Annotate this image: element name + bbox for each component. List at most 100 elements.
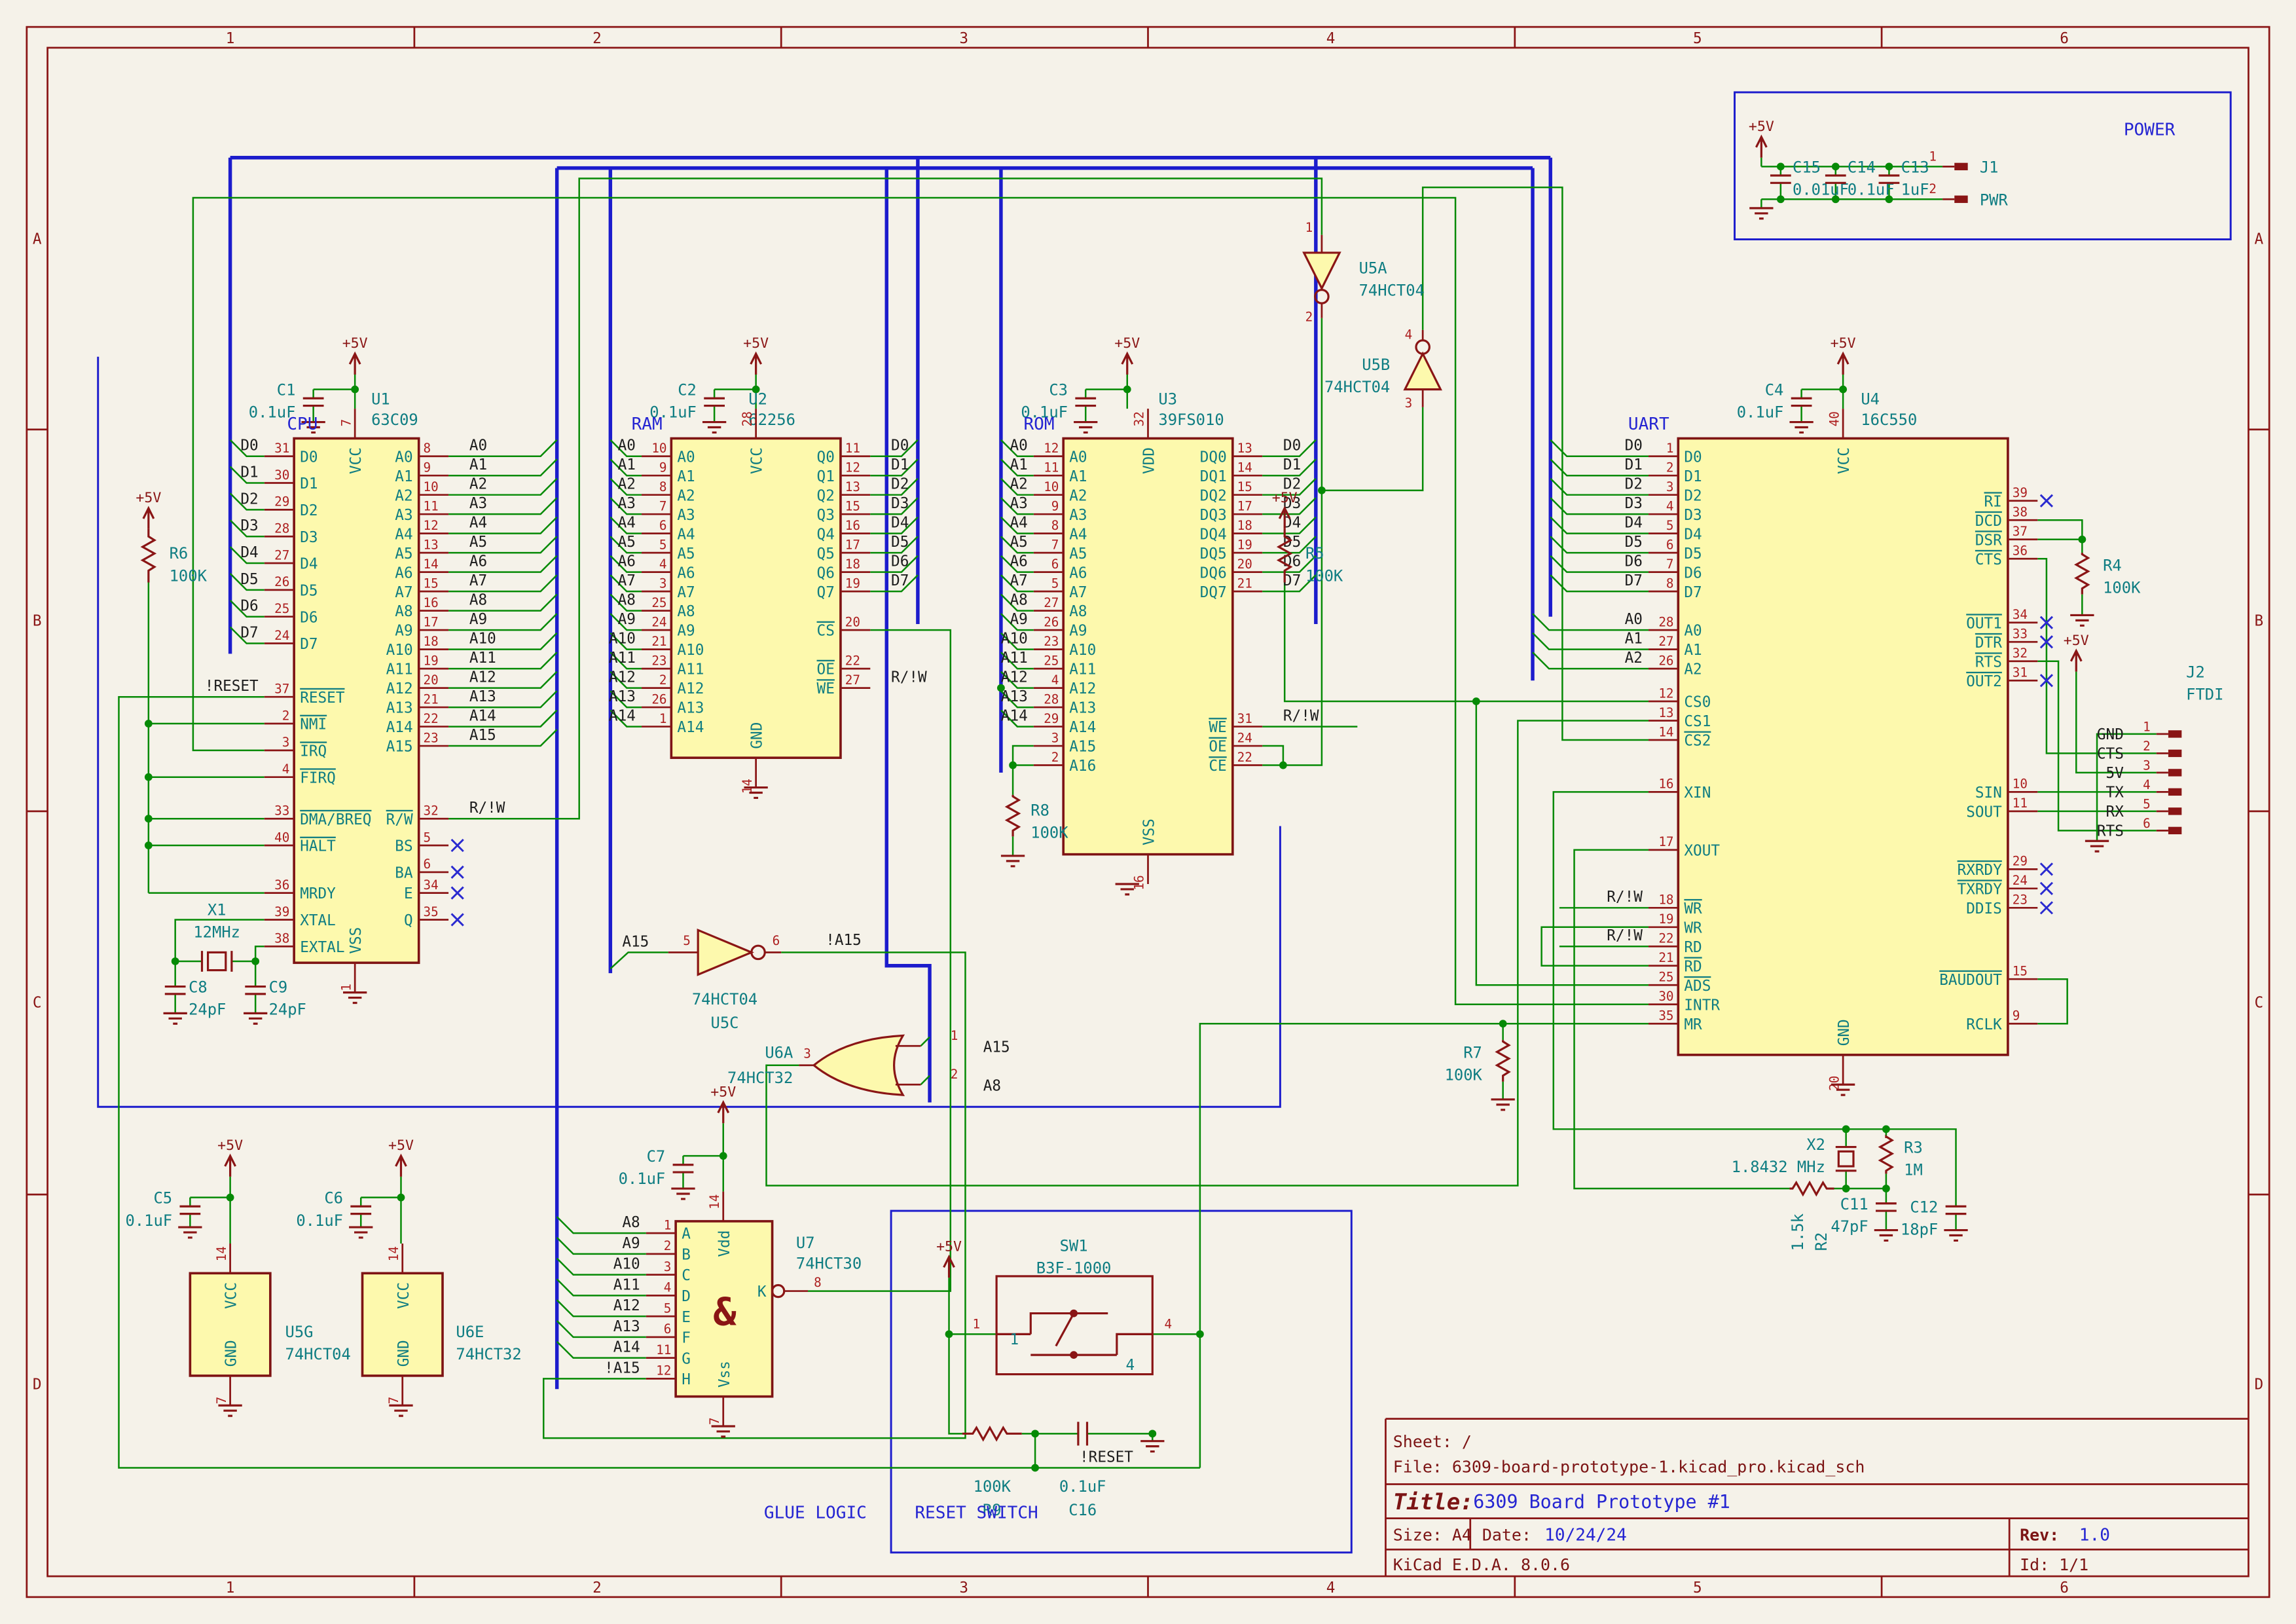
wire-41 (1285, 583, 1649, 701)
u1-pin-A10-num: 18 (424, 634, 439, 649)
u6a-ref: U6A (765, 1043, 793, 1061)
u4-pin-ADS-num: 25 (1658, 970, 1673, 985)
u3-net-A1-1: A1 (1010, 456, 1027, 473)
r6-value: 100K (170, 566, 208, 585)
u3-pin-WE-num: 31 (1237, 711, 1252, 726)
u4-pin-RXRDY-name: RXRDY (1958, 862, 2003, 879)
u2-pin-Q4-num: 16 (845, 518, 860, 533)
u7-pin-B-num: 2 (664, 1238, 672, 1253)
u1-pin-A11-name: A11 (386, 661, 413, 678)
u1-pin-A10-name: A10 (386, 642, 413, 659)
u7-pin-E-name: E (682, 1309, 691, 1326)
u4-pin-XIN-num: 16 (1658, 777, 1673, 792)
u1-top-name: VCC (348, 447, 365, 474)
u2-net-A11-11: A11 (609, 650, 636, 667)
frame-row-left-0: A (33, 231, 42, 248)
u2-top-num: 28 (740, 411, 755, 426)
u3-net-A10-10: A10 (1001, 631, 1028, 648)
u4-pin-OUT2-name: OUT2 (1966, 673, 2002, 690)
u4-pin-D7-num: 8 (1666, 576, 1674, 591)
u4-pin-BAUDOUT-num: 15 (2013, 964, 2028, 979)
u4-pin-CS2-name: CS2 (1684, 733, 1711, 750)
u4-pin-DDIS-name: DDIS (1966, 900, 2002, 917)
u4-net-A2-10: A2 (1625, 650, 1643, 667)
net-na15: !A15 (826, 932, 862, 949)
gnd-symbol-21 (1874, 1230, 1898, 1241)
u1-pin-A1-num: 9 (424, 460, 431, 475)
gnd-symbol-22 (1140, 1441, 1164, 1452)
u5g-top-name: VCC (223, 1282, 240, 1309)
frame-col-bottom-4: 5 (1693, 1579, 1702, 1596)
j2-value: FTDI (2186, 686, 2223, 704)
wire-105 (1013, 746, 1034, 765)
u5a-pin-in: 1 (1305, 220, 1313, 235)
u1-pin-A7-name: A7 (395, 584, 412, 601)
u3-pin-A16-name: A16 (1069, 758, 1096, 775)
u2-pin-A3-num: 7 (659, 499, 667, 514)
u1-pin-FIRQ-num: 4 (282, 762, 290, 777)
gnd-symbol-23 (1749, 208, 1773, 219)
junction-23 (397, 1194, 405, 1202)
u1-pin-E-num: 34 (424, 877, 439, 893)
tb-sheet: Sheet: / (1393, 1432, 1472, 1451)
u4-pin-DCD-name: DCD (1975, 513, 2002, 530)
u1-pin-NMI-name: NMI (300, 716, 327, 733)
u1-pin-D7-num: 24 (274, 628, 289, 643)
c15-ref: C15 (1793, 158, 1821, 176)
u4-pin-CS1-num: 13 (1658, 705, 1673, 720)
u3-pin-DQ1-num: 14 (1237, 460, 1252, 475)
u1-pin-MRDY-num: 36 (274, 877, 289, 893)
u7-pin-E-num: 5 (664, 1301, 672, 1316)
u3-pin-A16-num: 2 (1051, 750, 1059, 765)
u1-net-A11-11: A11 (469, 650, 496, 667)
u3-pin-A4-name: A4 (1069, 526, 1087, 543)
tb-date-label: Date: (1482, 1526, 1531, 1545)
gnd-symbol-9 (244, 1013, 267, 1024)
gnd-symbol-13 (178, 1227, 202, 1238)
u2-net-A6-6: A6 (618, 553, 636, 570)
u4-pin-XOUT-name: XOUT (1684, 842, 1720, 859)
schematic-canvas: 112233445566AABBCCDD U163C097VCC1VSS31D0… (0, 0, 2296, 1624)
u4-pin-D3-name: D3 (1684, 507, 1702, 524)
u4-pin-TXRDY-num: 24 (2013, 873, 2028, 888)
u1-net-A13-13: A13 (469, 688, 496, 705)
u7-pin-H-num: 12 (656, 1363, 671, 1378)
connector-j2: J2 FTDI 1GND2CTS35V4TX5RX6RTS (2097, 663, 2224, 840)
u4-pin-CTS-num: 36 (2013, 544, 2028, 559)
frame-col-bottom-2: 3 (959, 1579, 968, 1596)
gnd-symbol-12 (218, 1405, 242, 1416)
power-flag-5v-10: +5V (2064, 633, 2089, 672)
gnd-symbol-10 (712, 1426, 735, 1437)
u2-pin-Q3-name: Q3 (817, 507, 835, 524)
power-flag-5v-11: +5V (1749, 119, 1774, 158)
junction-7 (145, 841, 153, 849)
u2-net-D3-3: D3 (891, 495, 909, 512)
c9-ref: C9 (269, 978, 288, 997)
u3-net-A7-7: A7 (1010, 572, 1027, 589)
c1-ref: C1 (277, 381, 296, 399)
u4-net-R/!W-16: R/!W (1607, 889, 1643, 906)
ics: U163C097VCC1VSS31D0D030D1D129D2D228D3D32… (190, 390, 2052, 1426)
u1-pin-D3-name: D3 (300, 529, 318, 546)
u2-pin-A14-num: 1 (659, 711, 667, 726)
u2-pin-Q1-num: 12 (845, 460, 860, 475)
u2-pin-A5-num: 5 (659, 537, 667, 552)
u4-pin-D4-num: 5 (1666, 518, 1674, 533)
u3-pin-DQ0-num: 13 (1237, 441, 1252, 456)
u1-pin-D5-name: D5 (300, 582, 318, 599)
u5a-value: 74HCT04 (1359, 282, 1425, 300)
u4-pin-DCD-num: 38 (2013, 505, 2028, 520)
u3-pin-A2-name: A2 (1069, 487, 1087, 504)
u3-pin-DQ7-num: 21 (1237, 576, 1252, 591)
u1-net-A10-10: A10 (469, 631, 496, 648)
c5-ref: C5 (153, 1189, 172, 1208)
u3-pin-CE-num: 22 (1237, 750, 1252, 765)
u3-top-num: 32 (1132, 411, 1147, 426)
c5-value: 0.1uF (125, 1211, 172, 1230)
plus5v-label: +5V (1831, 335, 1856, 352)
u1-pin-A4-num: 12 (424, 518, 439, 533)
u1-net-A8-8: A8 (469, 592, 487, 609)
c7-ref: C7 (647, 1147, 666, 1166)
wire-96 (949, 1334, 962, 1433)
gnd-symbol-17 (1491, 1099, 1515, 1110)
